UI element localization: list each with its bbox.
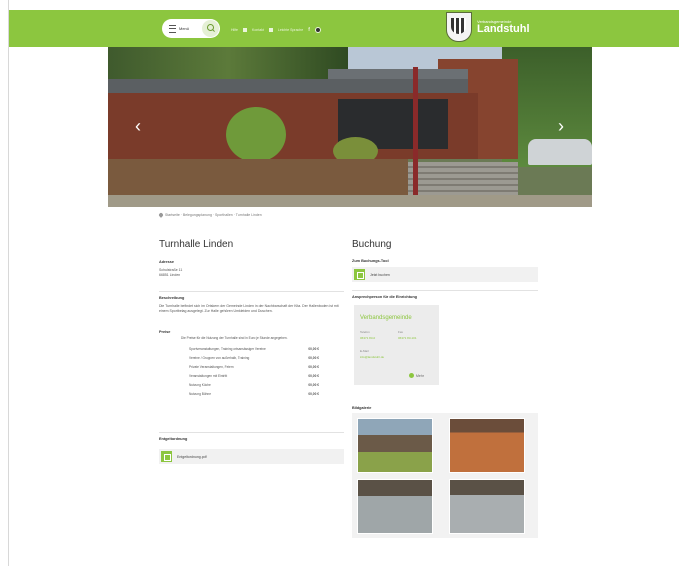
price-item: Vereine / Gruppen von außerhalb, Trainin…: [189, 356, 319, 360]
contrast-icon[interactable]: [314, 27, 321, 33]
breadcrumb-text[interactable]: Startseite · Belegungsplanung · Sporthal…: [165, 213, 262, 217]
logo-title: Landstuhl: [477, 23, 530, 35]
help-link[interactable]: Hilfe: [231, 28, 238, 32]
hamburger-icon: [169, 24, 176, 33]
document-icon: [161, 451, 172, 462]
prices-heading: Preise: [159, 330, 171, 334]
mail-icon: [243, 28, 248, 32]
fax-value: 06371 83-101: [398, 336, 417, 340]
menu-label: Menü: [179, 26, 190, 31]
easy-language-icon: [268, 28, 273, 32]
hero-slider: ‹ ›: [108, 47, 592, 207]
page: Menü Hilfe Kontakt Leichte Sprache f Ver…: [8, 0, 679, 566]
info-icon: [409, 373, 414, 378]
gallery-image-exterior[interactable]: [357, 418, 433, 473]
prices-intro: Die Preise für die Nutzung der Turnhalle…: [181, 336, 288, 340]
booking-title: Buchung: [352, 239, 392, 250]
gallery-image-hall-floor[interactable]: [449, 418, 525, 473]
email-label: E-Mail: [360, 349, 369, 353]
booking-tool-heading: Zum Buchungs-Tool: [352, 259, 389, 263]
facebook-icon[interactable]: f: [308, 27, 310, 33]
contact-name: Verbandsgemeinde: [360, 315, 412, 321]
address-heading: Adresse: [159, 260, 174, 264]
easy-language-link[interactable]: Leichte Sprache: [278, 28, 303, 32]
price-item: Sportveranstaltungen, Training ortsansäs…: [189, 347, 319, 351]
menu-button[interactable]: Menü: [162, 19, 220, 38]
fee-schedule-file[interactable]: Entgeltordnung.pdf: [177, 455, 207, 459]
top-links: Hilfe Kontakt Leichte Sprache f: [231, 27, 321, 33]
fax-label: Fax: [398, 330, 404, 334]
top-bar: Menü Hilfe Kontakt Leichte Sprache f Ver…: [9, 10, 679, 47]
price-item: Nutzung Bühne 00,00 €: [189, 392, 319, 396]
logo[interactable]: Verbandsgemeinde Landstuhl: [446, 12, 530, 42]
price-item: Veranstaltungen mit Eintritt 00,00 €: [189, 374, 319, 378]
breadcrumb: Startseite · Belegungsplanung · Sporthal…: [158, 212, 262, 218]
booking-link-label[interactable]: Jetzt buchen: [370, 273, 390, 277]
price-list: Sportveranstaltungen, Training ortsansäs…: [189, 347, 319, 401]
email-value[interactable]: info@landstuhl.de: [360, 355, 384, 359]
image-gallery: [352, 413, 538, 538]
description-text: Die Turnhalle befindet sich im Ortskern …: [159, 304, 339, 313]
booking-link[interactable]: Jetzt buchen: [352, 267, 538, 282]
coat-of-arms-icon: [446, 12, 472, 42]
slider-prev-icon[interactable]: ‹: [130, 117, 146, 135]
price-item: Private Veranstaltungen, Feiern 00,00 €: [189, 365, 319, 369]
gallery-heading: Bildgalerie: [352, 406, 372, 410]
fee-schedule-download[interactable]: Entgeltordnung.pdf: [159, 449, 344, 464]
gallery-image-hall-wide[interactable]: [449, 479, 525, 534]
page-title: Turnhalle Linden: [159, 239, 234, 250]
contact-card: Verbandsgemeinde Telefon 06371 83-0 Fax …: [354, 305, 439, 385]
address-line-2: 66851 Linden: [159, 273, 181, 277]
fee-schedule-heading: Entgeltordnung: [159, 437, 188, 441]
phone-label: Telefon: [360, 330, 370, 334]
contact-link[interactable]: Kontakt: [252, 28, 264, 32]
location-pin-icon: [158, 212, 164, 218]
price-item: Nutzung Küche 00,00 €: [189, 383, 319, 387]
gallery-image-hall-interior[interactable]: [357, 479, 433, 534]
calendar-icon: [354, 269, 365, 280]
phone-value[interactable]: 06371 83-0: [360, 336, 375, 340]
search-icon[interactable]: [202, 20, 219, 37]
slider-next-icon[interactable]: ›: [553, 117, 569, 135]
contact-heading: Ansprechperson für die Einrichtung: [352, 295, 417, 299]
contact-more-link[interactable]: Mehr: [409, 373, 424, 378]
description-heading: Beschreibung: [159, 296, 185, 300]
